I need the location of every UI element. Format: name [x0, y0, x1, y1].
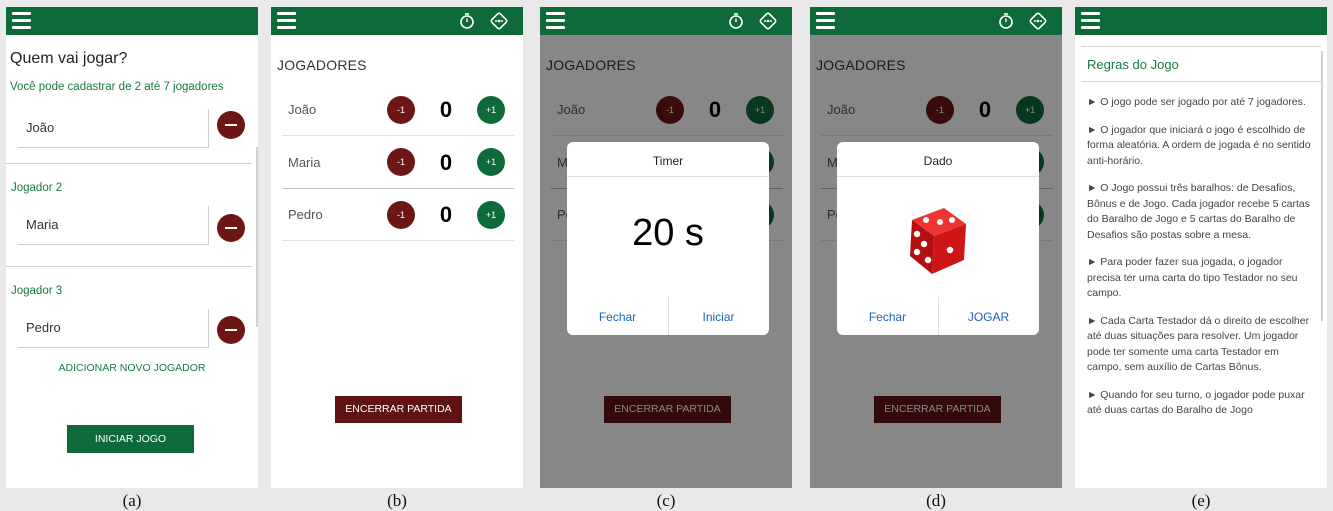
rule-item: ► Quando for seu turno, o jogador pode p… — [1087, 388, 1305, 417]
player-score: 0 — [439, 202, 453, 227]
remove-player-button[interactable] — [217, 214, 245, 242]
divider — [6, 266, 252, 267]
stopwatch-icon[interactable] — [457, 11, 477, 31]
menu-icon[interactable] — [546, 12, 565, 29]
app-bar — [810, 7, 1062, 35]
divider — [1081, 46, 1321, 47]
dice-icon[interactable] — [1028, 11, 1048, 31]
rules-title: Regras do Jogo — [1087, 57, 1179, 72]
caption: (d) — [926, 491, 946, 510]
screen-timer-dialog: JOGADORES João -1 0 +1 Maria +1 Pedro +1… — [540, 7, 792, 488]
player-name-field[interactable]: Pedro — [18, 309, 209, 348]
remove-player-button[interactable] — [217, 111, 245, 139]
menu-icon[interactable] — [277, 12, 296, 29]
player-score: 0 — [439, 150, 453, 175]
player-label: Jogador 3 — [11, 285, 63, 297]
rules-list: ► O jogo pode ser jogado por até 7 jogad… — [1087, 95, 1313, 431]
divider — [6, 163, 252, 164]
player-name-value: Pedro — [26, 320, 61, 335]
divider — [1081, 81, 1321, 82]
decrement-score-button[interactable]: -1 — [387, 96, 415, 124]
caption: (a) — [122, 491, 142, 510]
menu-icon[interactable] — [1081, 12, 1100, 29]
end-match-button[interactable]: ENCERRAR PARTIDA — [335, 396, 462, 423]
increment-score-button[interactable]: +1 — [477, 148, 505, 176]
dice-dialog: Dado Fechar JOGAR — [837, 142, 1039, 335]
stopwatch-icon[interactable] — [726, 11, 746, 31]
screen-player-registration: Quem vai jogar? Você pode cadastrar de 2… — [6, 7, 258, 488]
decrement-score-button[interactable]: -1 — [387, 148, 415, 176]
player-label: Jogador 2 — [11, 182, 63, 194]
player-name-value: João — [26, 120, 55, 135]
screen-rules: Regras do Jogo ► O jogo pode ser jogado … — [1075, 7, 1327, 488]
decrement-score-button[interactable]: -1 — [387, 201, 415, 229]
timer-value: 20 s — [632, 212, 704, 254]
scrollbar[interactable] — [1321, 51, 1323, 321]
player-score: 0 — [439, 97, 453, 122]
app-bar — [6, 7, 258, 35]
dice-image — [910, 208, 966, 274]
app-bar — [271, 7, 523, 35]
player-name: Pedro — [288, 207, 323, 222]
rule-item: ► O Jogo possui três baralhos: de Desafi… — [1087, 182, 1310, 241]
player-name-value: Maria — [26, 217, 59, 232]
app-bar — [1075, 7, 1327, 35]
divider — [567, 176, 769, 177]
stopwatch-icon[interactable] — [996, 11, 1016, 31]
increment-score-button[interactable]: +1 — [477, 201, 505, 229]
close-button[interactable]: Fechar — [837, 310, 938, 324]
start-game-button[interactable]: INICIAR JOGO — [67, 425, 194, 453]
scrollbar[interactable] — [256, 147, 258, 327]
rule-item: ► O jogador que iniciará o jogo é escolh… — [1087, 123, 1311, 167]
row-divider — [282, 188, 514, 189]
remove-player-button[interactable] — [217, 316, 245, 344]
rule-item: ► Para poder fazer sua jogada, o jogador… — [1087, 256, 1298, 299]
screen-dice-dialog: JOGADORES João -1 0 +1 Maria +1 Pedro +1… — [810, 7, 1062, 488]
page-title: Quem vai jogar? — [10, 50, 128, 67]
dialog-title: Dado — [923, 154, 953, 168]
players-title: JOGADORES — [277, 57, 367, 73]
player-name-field[interactable]: Maria — [18, 206, 209, 245]
add-player-link[interactable]: ADICIONAR NOVO JOGADOR — [6, 362, 258, 374]
roll-dice-button[interactable]: JOGAR — [938, 310, 1039, 324]
rule-item: ► O jogo pode ser jogado por até 7 jogad… — [1087, 96, 1306, 108]
menu-icon[interactable] — [12, 12, 31, 29]
player-name-field[interactable]: João — [18, 109, 209, 148]
start-timer-button[interactable]: Iniciar — [668, 310, 769, 324]
player-name: Maria — [288, 155, 321, 170]
menu-icon[interactable] — [816, 12, 835, 29]
dice-icon[interactable] — [758, 11, 778, 31]
close-button[interactable]: Fechar — [567, 310, 668, 324]
row-divider — [282, 135, 514, 136]
row-divider — [282, 240, 514, 241]
dice-icon[interactable] — [489, 11, 509, 31]
caption: (b) — [387, 491, 407, 510]
timer-dialog: Timer 20 s Fechar Iniciar — [567, 142, 769, 335]
screen-players: JOGADORES João -1 0 +1 Maria -1 0 +1 Ped… — [271, 7, 523, 488]
caption: (c) — [656, 491, 676, 510]
caption: (e) — [1191, 491, 1211, 510]
page-subtitle: Você pode cadastrar de 2 até 7 jogadores — [10, 81, 224, 93]
app-bar — [540, 7, 792, 35]
rule-item: ► Cada Carta Testador dá o direito de es… — [1087, 314, 1310, 374]
dialog-title: Timer — [652, 154, 684, 168]
player-name: João — [288, 102, 317, 117]
increment-score-button[interactable]: +1 — [477, 96, 505, 124]
divider — [837, 176, 1039, 177]
